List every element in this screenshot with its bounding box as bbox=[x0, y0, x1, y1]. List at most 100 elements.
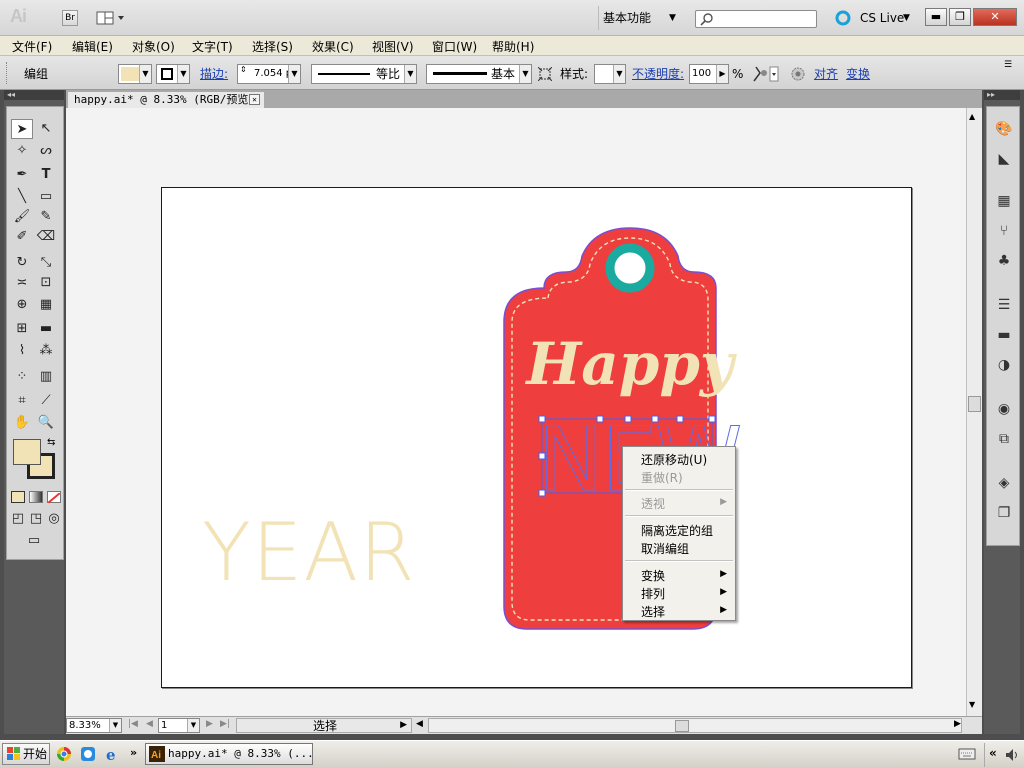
context-menu-item-undo-move[interactable]: 还原移动(U) bbox=[641, 451, 707, 468]
pencil-tool-icon[interactable]: ✎ bbox=[35, 207, 57, 227]
type-tool-icon[interactable]: T bbox=[35, 165, 57, 185]
cs-live-menu[interactable]: CS Live ▼ bbox=[834, 8, 914, 28]
grip-handle[interactable] bbox=[6, 62, 9, 84]
artboard[interactable]: YEAR Happy NEW bbox=[161, 187, 912, 688]
shape-builder-tool-icon[interactable]: ⊕ bbox=[11, 295, 33, 315]
bridge-button[interactable]: Br bbox=[62, 10, 78, 26]
stroke-panel-link[interactable]: 描边: bbox=[200, 64, 228, 84]
pen-tool-icon[interactable]: ✒ bbox=[11, 165, 33, 185]
gradient-mode-icon[interactable] bbox=[29, 491, 43, 503]
symbols-panel-icon[interactable]: ♣ bbox=[994, 251, 1014, 271]
draw-behind-icon[interactable]: ◳ bbox=[27, 509, 45, 529]
color-mode-icon[interactable] bbox=[11, 491, 25, 503]
graphic-styles-panel-icon[interactable]: ⧉ bbox=[994, 429, 1014, 449]
color-panel-icon[interactable]: 🎨 bbox=[994, 119, 1014, 139]
panel-dock-collapse-icon[interactable]: ▸▸ bbox=[984, 90, 1020, 100]
menu-window[interactable]: 窗口(W) bbox=[432, 38, 477, 55]
brushes-panel-icon[interactable]: ⑂ bbox=[994, 221, 1014, 241]
draw-normal-icon[interactable]: ◰ bbox=[9, 509, 27, 529]
menu-help[interactable]: 帮助(H) bbox=[492, 38, 534, 55]
previous-artboard-icon[interactable]: ◀ bbox=[146, 719, 153, 729]
menu-file[interactable]: 文件(F) bbox=[12, 38, 52, 55]
artboards-panel-icon[interactable]: ❐ bbox=[994, 503, 1014, 523]
rotate-tool-icon[interactable]: ↻ bbox=[11, 253, 33, 273]
graphic-style-dropdown[interactable]: ▼ bbox=[594, 64, 626, 84]
mesh-tool-icon[interactable]: ⊞ bbox=[11, 319, 33, 339]
column-graph-tool-icon[interactable]: ▥ bbox=[35, 367, 57, 387]
stroke-weight-field[interactable]: ⇕ 7.054 p ▼ bbox=[237, 64, 301, 84]
lasso-tool-icon[interactable]: ᔕ bbox=[35, 141, 57, 161]
swatches-panel-icon[interactable]: ▦ bbox=[994, 191, 1014, 211]
context-menu-item-arrange[interactable]: 排列 bbox=[641, 585, 665, 602]
eyedropper-tool-icon[interactable]: ⌇ bbox=[11, 341, 33, 361]
horizontal-scrollbar[interactable] bbox=[428, 718, 962, 733]
width-tool-icon[interactable]: ≍ bbox=[11, 273, 33, 293]
selection-tool-icon[interactable]: ➤ bbox=[11, 119, 33, 139]
stroke-color-dropdown[interactable]: ▼ bbox=[156, 64, 190, 84]
scale-tool-icon[interactable]: ⤡ bbox=[35, 253, 57, 273]
eraser-tool-icon[interactable]: ⌫ bbox=[35, 227, 57, 247]
more-quick-launch-icon[interactable]: » bbox=[130, 746, 137, 759]
tray-expand-icon[interactable]: « bbox=[989, 746, 997, 760]
menu-view[interactable]: 视图(V) bbox=[372, 38, 414, 55]
scroll-down-icon[interactable]: ▼ bbox=[969, 700, 975, 709]
document-tab[interactable]: happy.ai* @ 8.33% (RGB/预览) ✕ bbox=[68, 92, 264, 108]
draw-inside-icon[interactable]: ◎ bbox=[45, 509, 63, 529]
control-bar-menu-icon[interactable]: ☰ bbox=[1004, 60, 1018, 72]
menu-object[interactable]: 对象(O) bbox=[132, 38, 175, 55]
last-artboard-icon[interactable]: ▶| bbox=[220, 719, 230, 729]
gradient-panel-icon[interactable]: ▬ bbox=[994, 325, 1014, 345]
status-menu[interactable]: 选择 ▶ bbox=[236, 718, 412, 733]
zoom-tool-icon[interactable]: 🔍 bbox=[35, 413, 57, 433]
align-panel-link[interactable]: 对齐 bbox=[814, 64, 838, 84]
next-artboard-icon[interactable]: ▶ bbox=[206, 719, 213, 729]
brush-definition-dropdown[interactable]: 基本 ▼ bbox=[426, 64, 532, 84]
context-menu-item-transform[interactable]: 变换 bbox=[641, 567, 665, 584]
layers-panel-icon[interactable]: ◈ bbox=[994, 473, 1014, 493]
menu-select[interactable]: 选择(S) bbox=[252, 38, 293, 55]
paintbrush-tool-icon[interactable]: 🖌 bbox=[11, 207, 33, 227]
volume-icon[interactable] bbox=[1005, 748, 1019, 762]
swap-fill-stroke-icon[interactable]: ⇆ bbox=[47, 437, 59, 449]
start-button[interactable]: 开始 bbox=[2, 743, 50, 765]
opacity-field[interactable]: 100 ▶ bbox=[689, 64, 729, 84]
internet-explorer-icon[interactable]: e bbox=[104, 746, 120, 764]
stepper-icon[interactable]: ⇕ bbox=[240, 65, 247, 74]
close-tab-icon[interactable]: ✕ bbox=[249, 94, 260, 105]
scroll-left-icon[interactable]: ◀ bbox=[416, 719, 423, 729]
recolor-artwork-button[interactable] bbox=[752, 65, 780, 83]
first-artboard-icon[interactable]: |◀ bbox=[128, 719, 138, 729]
fill-color-dropdown[interactable]: ▼ bbox=[118, 64, 152, 84]
hand-tool-icon[interactable]: ✋ bbox=[11, 413, 33, 433]
close-button[interactable]: ✕ bbox=[973, 8, 1017, 26]
free-transform-tool-icon[interactable]: ⊡ bbox=[35, 273, 57, 293]
rectangle-tool-icon[interactable]: ▭ bbox=[35, 187, 57, 207]
context-menu-item-ungroup[interactable]: 取消编组 bbox=[641, 540, 689, 557]
horizontal-scroll-thumb[interactable] bbox=[675, 720, 689, 732]
year-text[interactable]: YEAR bbox=[202, 506, 416, 599]
direct-selection-tool-icon[interactable]: ↖ bbox=[35, 119, 57, 139]
vertical-scrollbar[interactable]: ▲ ▼ bbox=[966, 108, 982, 716]
context-menu-item-isolate-group[interactable]: 隔离选定的组 bbox=[641, 522, 713, 539]
opacity-panel-link[interactable]: 不透明度: bbox=[632, 64, 684, 84]
transform-panel-link[interactable]: 变换 bbox=[846, 64, 870, 84]
minimize-button[interactable]: ▬ bbox=[925, 8, 947, 26]
color-guide-panel-icon[interactable]: ◣ bbox=[994, 149, 1014, 169]
qq-browser-icon[interactable] bbox=[80, 746, 96, 762]
vertical-scroll-thumb[interactable] bbox=[968, 396, 981, 412]
restore-button[interactable]: ❐ bbox=[949, 8, 971, 26]
chrome-icon[interactable] bbox=[56, 746, 72, 762]
screen-mode-icon[interactable]: ▭ bbox=[23, 531, 45, 551]
zoom-field[interactable]: 8.33% ▼ bbox=[66, 718, 122, 733]
tools-panel-collapse-icon[interactable]: ◂◂ bbox=[4, 90, 64, 100]
blob-brush-tool-icon[interactable]: ✐ bbox=[11, 227, 33, 247]
symbol-sprayer-tool-icon[interactable]: ⁘ bbox=[11, 367, 33, 387]
menu-edit[interactable]: 编辑(E) bbox=[72, 38, 113, 55]
variable-width-profile-dropdown[interactable]: 等比 ▼ bbox=[311, 64, 417, 84]
line-tool-icon[interactable]: ╲ bbox=[11, 187, 33, 207]
context-menu-item-select[interactable]: 选择 bbox=[641, 603, 665, 620]
scroll-up-icon[interactable]: ▲ bbox=[969, 112, 975, 121]
keyboard-icon[interactable] bbox=[958, 747, 976, 761]
fill-color-swatch[interactable] bbox=[13, 439, 41, 465]
help-search-input[interactable] bbox=[695, 10, 817, 28]
